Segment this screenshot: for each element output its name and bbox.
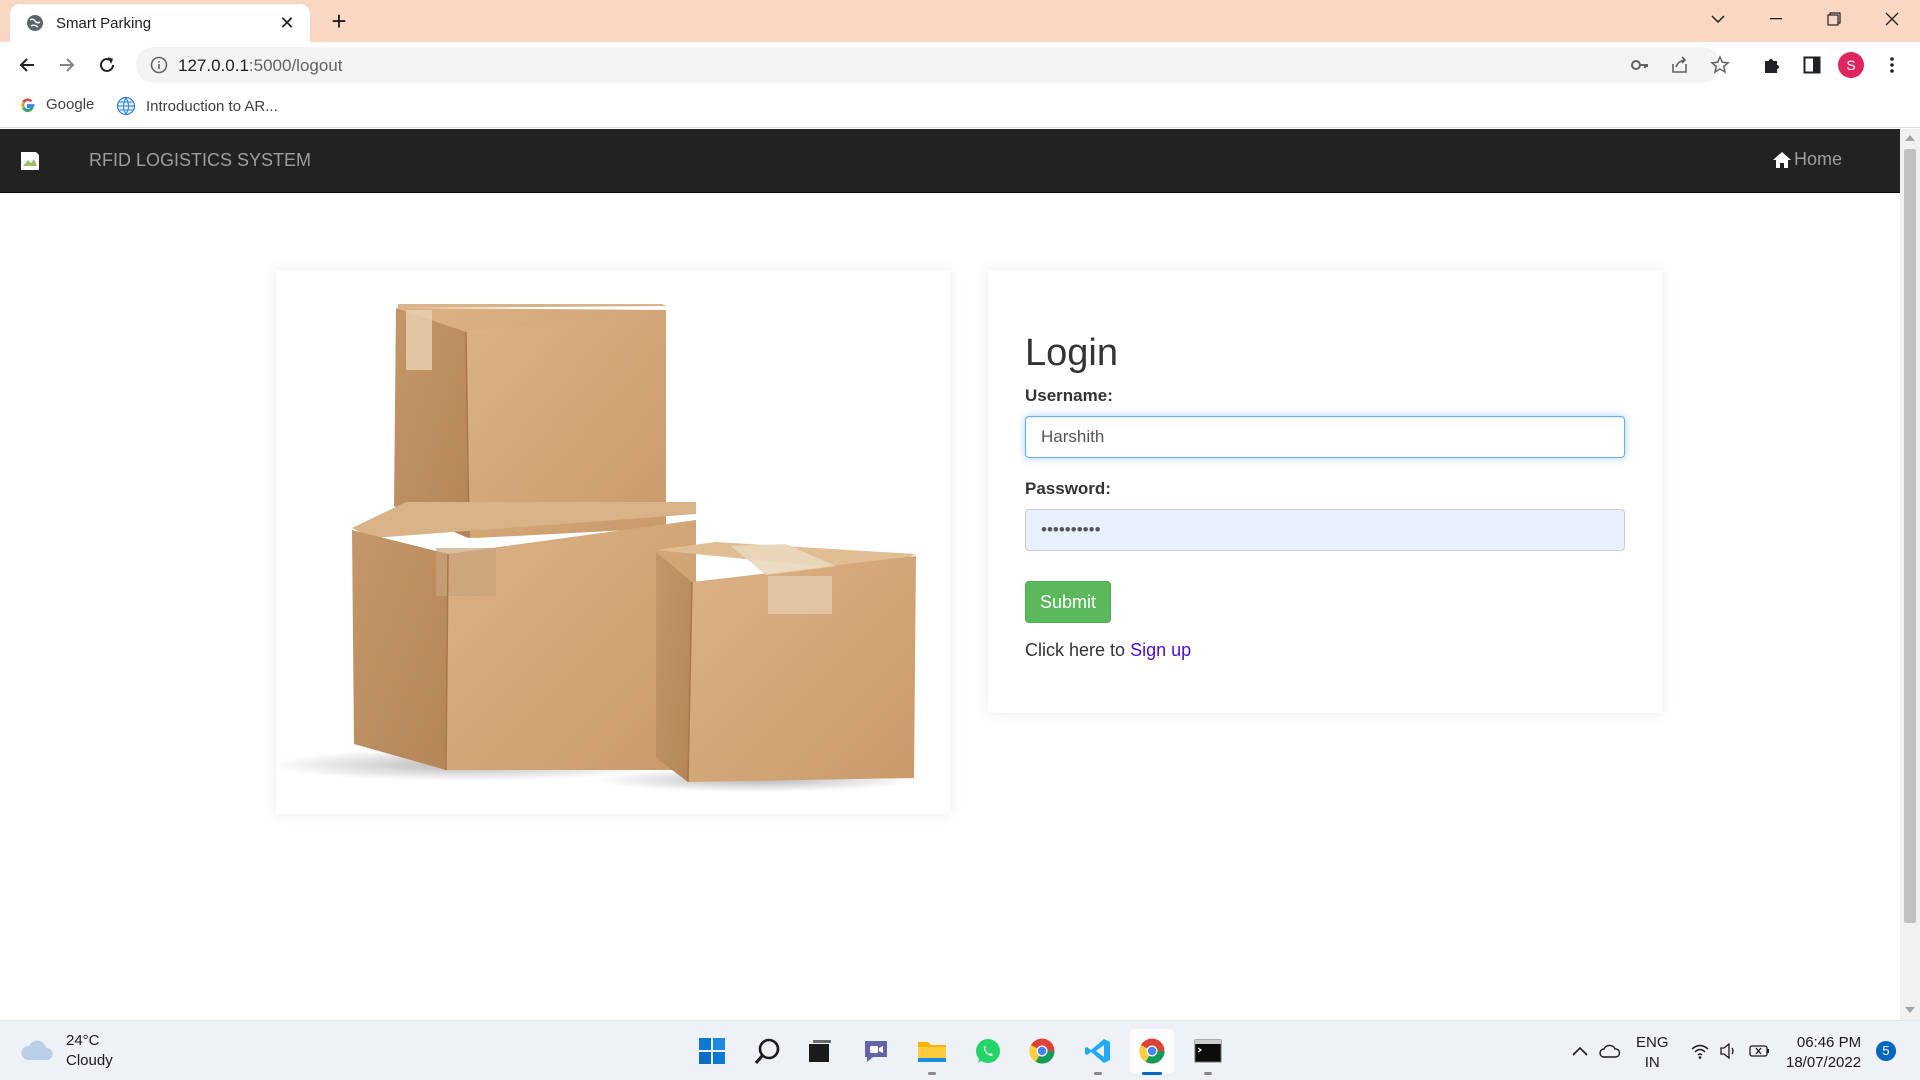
signup-line: Click here to Sign up [1025,640,1191,661]
tab-search-chevron-icon[interactable] [1690,0,1746,38]
forward-button[interactable] [51,49,83,81]
notification-badge[interactable]: 5 [1876,1041,1896,1061]
running-indicator [1204,1072,1212,1075]
vscode-button[interactable] [1080,1033,1116,1075]
language-code: ENG [1636,1034,1669,1051]
home-icon [1772,151,1791,168]
bookmarks-bar: Google Introduction to AR... [0,88,1920,128]
broken-image-icon [21,152,39,170]
page-scrollbar[interactable] [1900,129,1920,1020]
search-button[interactable] [750,1033,786,1069]
login-card: Login Username: Password: Submit Click h… [988,270,1662,713]
arrow-left-icon [19,58,34,72]
close-window-button[interactable] [1864,0,1920,38]
boxes-image-card [266,270,950,814]
google-icon [21,97,35,112]
browser-menu-icon[interactable] [1878,51,1906,79]
key-icon[interactable] [1630,55,1650,75]
battery-icon[interactable] [1748,1039,1772,1063]
weather-condition: Cloudy [66,1052,113,1069]
globe-icon [27,15,43,31]
running-indicator [1142,1072,1162,1075]
wifi-icon[interactable] [1688,1039,1712,1063]
whatsapp-button[interactable] [970,1033,1006,1069]
bookmark-label: Google [46,96,95,113]
password-label: Password: [1025,479,1111,498]
url-text: 127.0.0.1:5000/logout [178,56,343,75]
scrollbar-thumb[interactable] [1904,149,1916,923]
cardboard-boxes-image [266,304,916,792]
bookmark-star-icon[interactable] [1710,55,1730,75]
info-icon[interactable] [150,56,168,74]
brand-title[interactable]: RFID LOGISTICS SYSTEM [89,150,311,171]
taskbar: 24°C Cloudy ENG IN 06:46 PM 18/07/2022 5 [0,1020,1920,1080]
address-bar[interactable]: 127.0.0.1:5000/logout [136,47,1730,83]
signup-prefix: Click here to [1025,640,1126,660]
running-indicator [928,1072,936,1075]
chat-icon [865,1041,887,1062]
terminal-button[interactable] [1190,1033,1226,1075]
site-navbar: RFID LOGISTICS SYSTEM Home [0,129,1900,193]
chrome-active-button[interactable] [1130,1029,1174,1075]
username-label: Username: [1025,386,1113,405]
language-indicator[interactable]: ENG IN [1636,1033,1669,1073]
running-indicator [1094,1072,1102,1075]
new-tab-button[interactable]: + [324,6,354,36]
signup-link[interactable]: Sign up [1130,640,1191,660]
file-explorer-button[interactable] [914,1033,950,1075]
profile-avatar[interactable]: S [1838,52,1864,78]
show-hidden-icons-chevron-icon[interactable] [1568,1039,1592,1063]
reload-icon [100,57,114,72]
tab-title: Smart Parking [56,14,152,32]
username-input[interactable] [1025,416,1625,458]
side-panel-icon[interactable] [1798,51,1826,79]
volume-icon[interactable] [1716,1039,1740,1063]
tab-close-icon[interactable]: ✕ [276,13,298,34]
share-icon[interactable] [1670,55,1690,75]
globe-icon [116,96,136,116]
bookmark-label: Introduction to AR... [146,97,278,115]
windows-icon [699,1038,725,1064]
folder-icon [918,1042,946,1062]
temperature: 24°C [66,1032,100,1049]
cloud-icon [21,1040,53,1060]
search-icon [754,1038,780,1064]
onedrive-cloud-icon[interactable] [1598,1039,1622,1063]
region-code: IN [1644,1054,1660,1071]
task-view-button[interactable] [802,1033,838,1069]
login-title: Login [1025,332,1118,374]
whatsapp-icon [976,1039,1000,1063]
arrow-right-icon [60,58,75,72]
scroll-down-arrow-icon[interactable] [1905,1007,1915,1013]
submit-button[interactable]: Submit [1025,581,1111,623]
teams-chat-button[interactable] [858,1033,894,1069]
chrome-icon [1029,1038,1055,1064]
task-view-icon [809,1040,831,1062]
extensions-icon[interactable] [1758,51,1786,79]
restore-button[interactable] [1806,0,1862,38]
start-button[interactable] [694,1033,730,1069]
scroll-up-arrow-icon[interactable] [1905,135,1915,141]
password-input[interactable] [1025,509,1625,551]
bookmark-introduction-to-ar[interactable]: Introduction to AR... [116,96,278,116]
chrome-icon [1139,1038,1165,1064]
web-page: RFID LOGISTICS SYSTEM Home Login Usernam… [0,129,1900,1020]
weather-widget[interactable]: 24°C Cloudy [20,1031,113,1071]
terminal-icon [1194,1039,1222,1063]
chrome-button[interactable] [1024,1033,1060,1069]
reload-button[interactable] [91,49,123,81]
vscode-icon [1085,1039,1110,1063]
minimize-button[interactable] [1748,0,1804,38]
home-label: Home [1793,149,1842,169]
browser-toolbar: 127.0.0.1:5000/logout S [0,42,1920,88]
browser-tab[interactable]: Smart Parking ✕ [10,4,310,42]
bookmark-google[interactable]: Google [20,96,94,113]
clock-time: 06:46 PM [1796,1034,1862,1051]
tab-strip: Smart Parking ✕ + [0,0,1920,42]
clock-date: 18/07/2022 [1786,1054,1862,1071]
back-button[interactable] [11,49,43,81]
home-link[interactable]: Home [1772,149,1842,170]
system-clock[interactable]: 06:46 PM 18/07/2022 [1786,1033,1861,1073]
